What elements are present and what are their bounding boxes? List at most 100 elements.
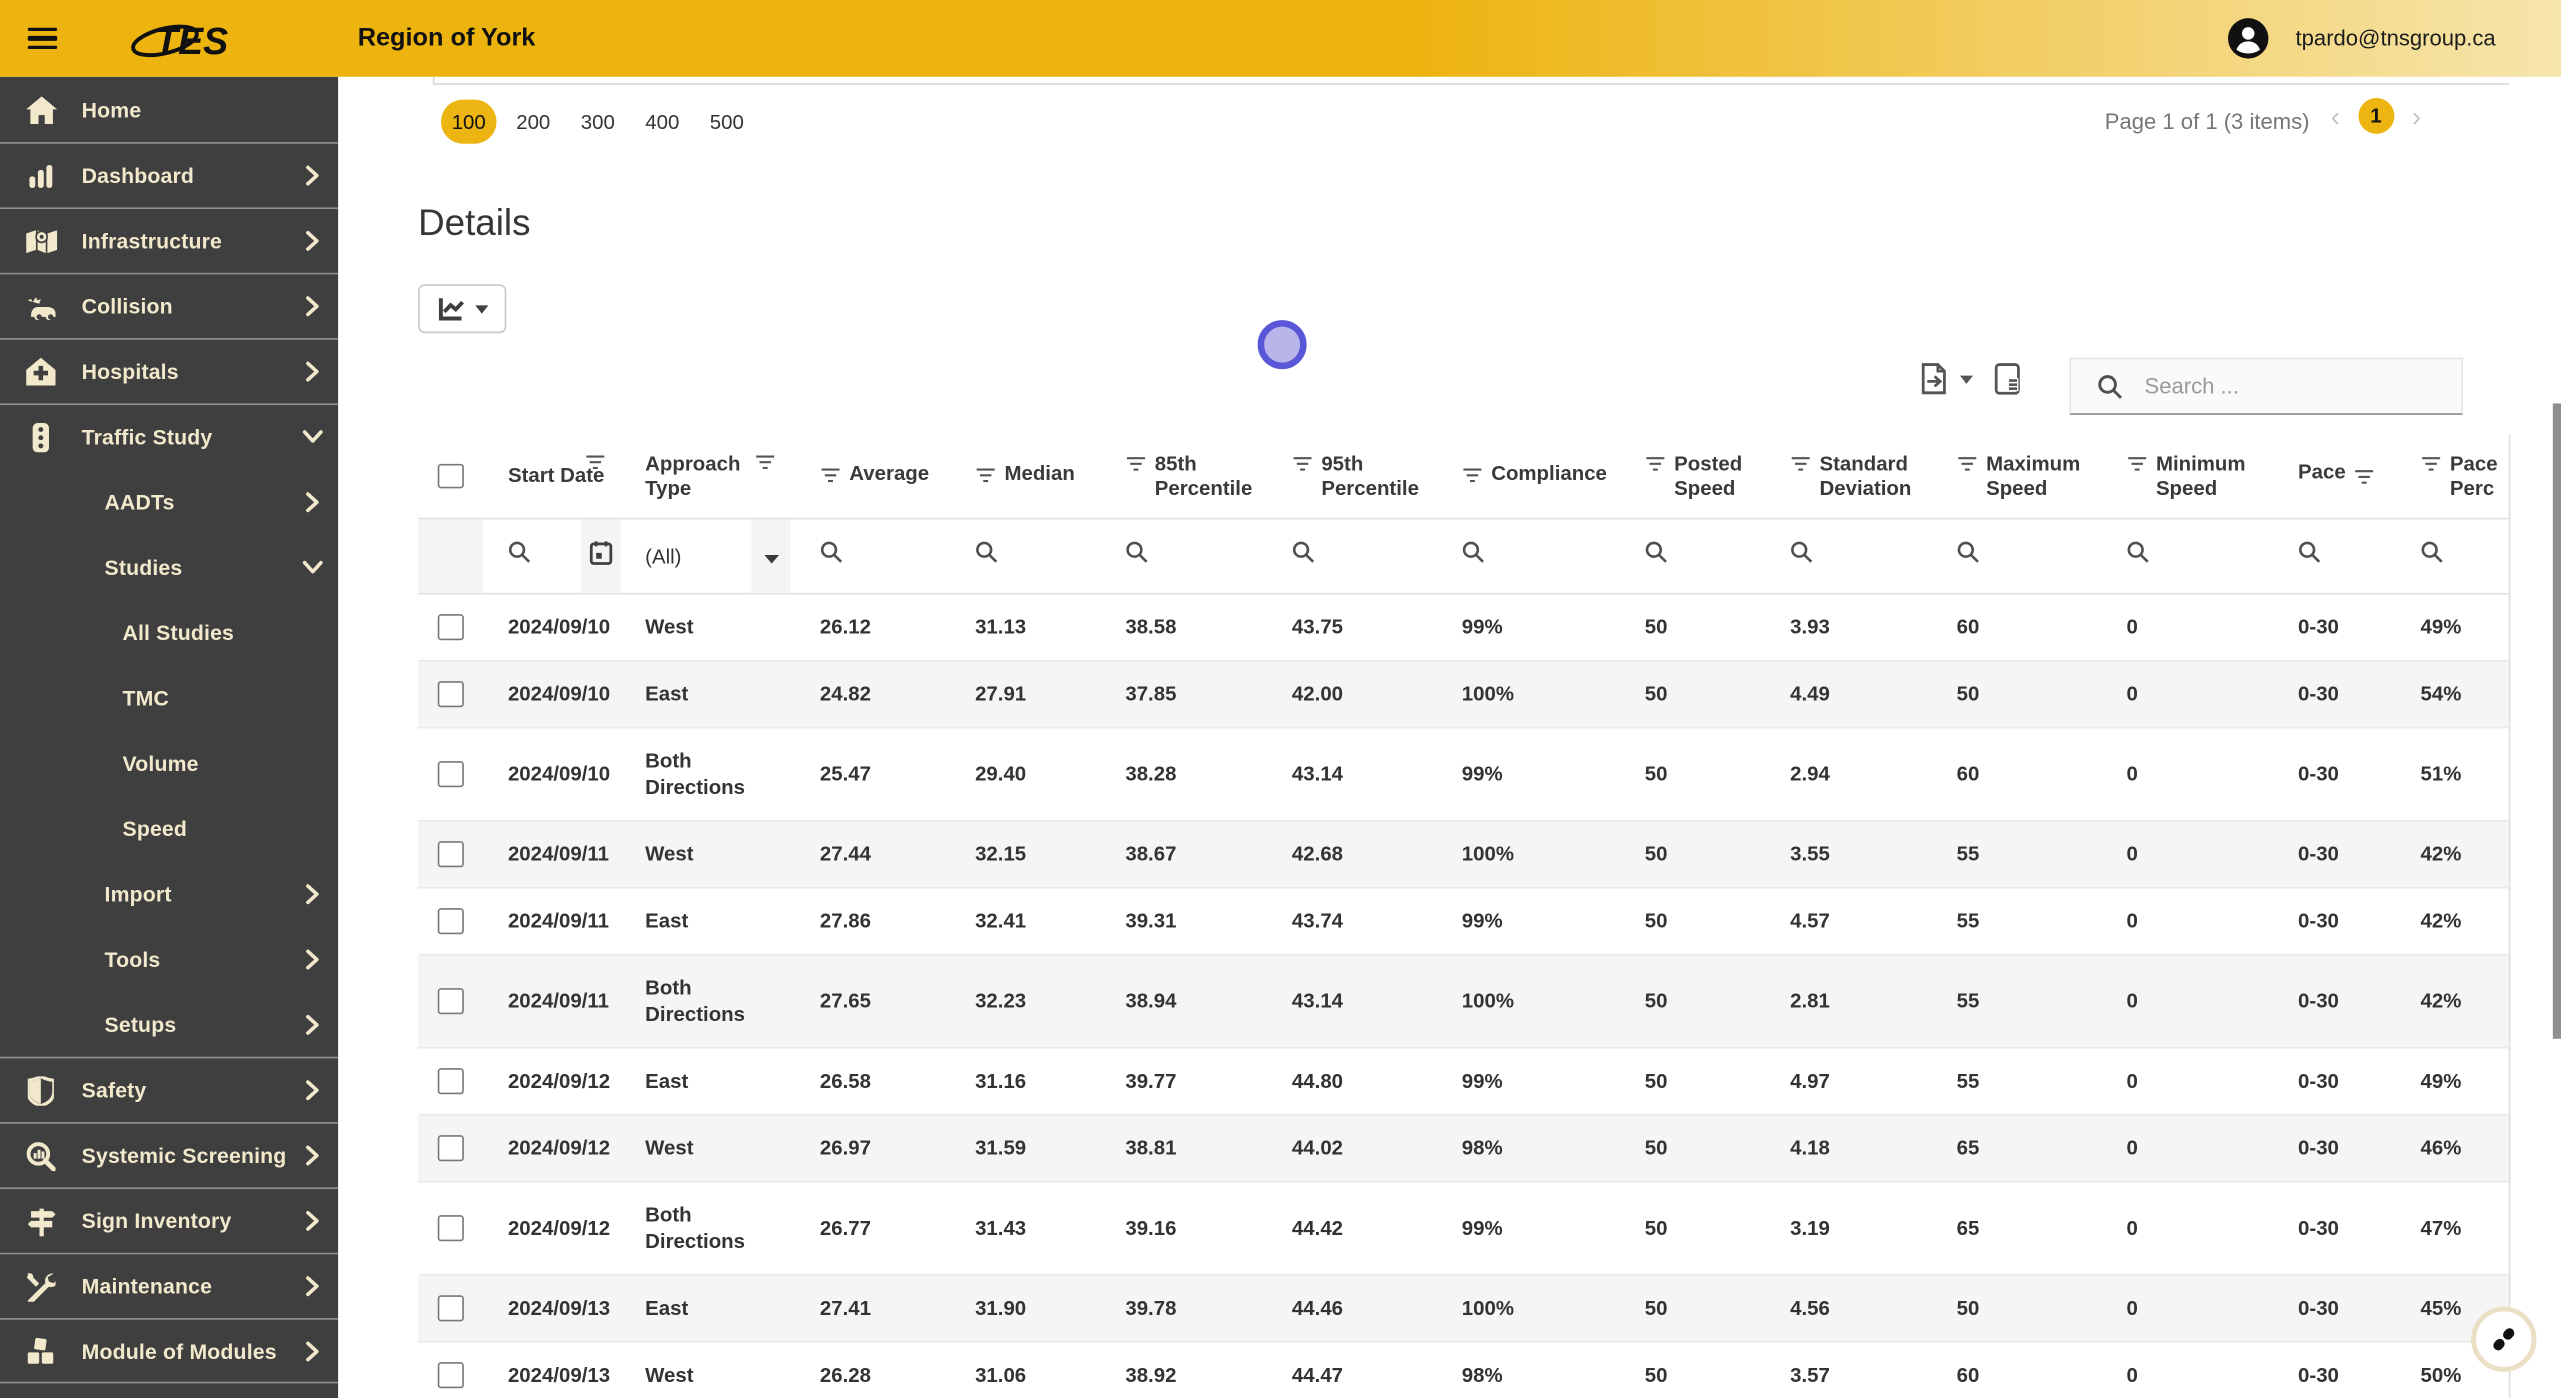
page-size-300[interactable]: 300 <box>570 100 626 144</box>
sidebar-item-volume[interactable]: Volume <box>0 730 338 795</box>
filter-icon[interactable] <box>1125 452 1146 479</box>
table-row[interactable]: 2024/09/13 West 26.28 31.06 38.92 44.47 98% 50 3… <box>418 1342 2509 1398</box>
filter-icon[interactable] <box>1292 452 1313 479</box>
table-row[interactable]: 2024/09/10 West 26.12 31.13 38.58 43.75 99% 50 3… <box>418 594 2509 662</box>
sidebar-item-setups[interactable]: Setups <box>0 991 338 1056</box>
sidebar-item-studies[interactable]: Studies <box>0 534 338 599</box>
filter-cell-median[interactable] <box>947 519 1097 592</box>
user-avatar-icon[interactable] <box>2227 16 2271 60</box>
search-icon[interactable] <box>2127 541 2150 572</box>
sidebar-item-sign-inventory[interactable]: Sign Inventory <box>0 1187 339 1252</box>
calendar-icon[interactable] <box>589 540 613 573</box>
filter-cell-approach-type[interactable]: (All) <box>621 519 791 593</box>
table-row[interactable]: 2024/09/10 East 24.82 27.91 37.85 42.00 100% 50… <box>418 661 2509 729</box>
row-checkbox[interactable] <box>438 1362 464 1388</box>
column-header-maximum-speed[interactable]: Maximum Speed <box>1934 434 2104 517</box>
table-row[interactable]: 2024/09/10 Both Directions 25.47 29.40 38.28… <box>418 728 2509 822</box>
table-row[interactable]: 2024/09/12 Both Directions 26.77 31.43 39.16… <box>418 1182 2509 1276</box>
sidebar-item-aadts[interactable]: AADTs <box>0 469 338 534</box>
column-chooser-button[interactable] <box>1994 363 2020 404</box>
search-icon[interactable] <box>1957 541 1980 572</box>
column-header-pace[interactable]: Pace <box>2274 434 2398 517</box>
filter-cell-start-date[interactable] <box>483 519 621 593</box>
sidebar-item-safety[interactable]: Safety <box>0 1056 339 1122</box>
sidebar-item-infrastructure[interactable]: Infrastructure <box>0 207 339 272</box>
page-size-200[interactable]: 200 <box>506 100 562 144</box>
filter-icon[interactable] <box>975 463 996 490</box>
search-icon[interactable] <box>820 541 843 572</box>
user-email[interactable]: tpardo@tnsgroup.ca <box>2296 26 2496 50</box>
export-button[interactable] <box>1921 363 1974 396</box>
column-header-minimum-speed[interactable]: Minimum Speed <box>2104 434 2274 517</box>
search-icon[interactable] <box>975 541 998 572</box>
filter-cell-minimum-speed[interactable] <box>2104 519 2274 592</box>
filter-cell-compliance[interactable] <box>1434 519 1620 592</box>
sidebar-item-speed[interactable]: Speed <box>0 795 338 860</box>
filter-cell-95th-percentile[interactable] <box>1266 519 1434 592</box>
row-checkbox[interactable] <box>438 1068 464 1094</box>
sidebar-item-systemic-screening[interactable]: Systemic Screening <box>0 1122 339 1187</box>
search-input[interactable] <box>2141 372 2426 401</box>
table-row[interactable]: 2024/09/11 Both Directions 27.65 32.23 38.94… <box>418 955 2509 1049</box>
column-header-compliance[interactable]: Compliance <box>1434 434 1620 517</box>
column-header-average[interactable]: Average <box>791 434 948 517</box>
filter-icon[interactable] <box>755 452 776 476</box>
filter-icon[interactable] <box>1957 452 1978 479</box>
sidebar-item-hospitals[interactable]: Hospitals <box>0 338 339 403</box>
table-row[interactable]: 2024/09/13 East 27.41 31.90 39.78 44.46 100% 50… <box>418 1275 2509 1343</box>
row-checkbox[interactable] <box>438 841 464 867</box>
prev-page-icon[interactable]: ‹ <box>2331 102 2340 130</box>
column-header-95th-percentile[interactable]: 95th Percentile <box>1266 434 1434 517</box>
search-icon[interactable] <box>508 541 531 572</box>
row-checkbox[interactable] <box>438 988 464 1014</box>
filter-cell-standard-deviation[interactable] <box>1767 519 1934 592</box>
column-header-posted-speed[interactable]: Posted Speed <box>1620 434 1767 517</box>
search-icon[interactable] <box>1292 541 1315 572</box>
page-size-400[interactable]: 400 <box>635 100 691 144</box>
next-page-icon[interactable]: › <box>2412 102 2421 130</box>
sidebar-item-collision[interactable]: Collision <box>0 272 339 338</box>
page-size-100[interactable]: 100 <box>440 99 497 144</box>
column-header-standard-deviation[interactable]: Standard Deviation <box>1767 434 1934 517</box>
menu-icon[interactable] <box>27 26 58 50</box>
feedback-button[interactable] <box>2471 1306 2537 1372</box>
filter-cell-pace[interactable] <box>2274 519 2398 592</box>
column-header-approach-type[interactable]: Approach Type <box>621 434 791 517</box>
filter-cell-pace-perc[interactable] <box>2398 519 2509 592</box>
filter-cell-85th-percentile[interactable] <box>1098 519 1266 592</box>
sidebar-item-all-studies[interactable]: All Studies <box>0 599 338 664</box>
table-row[interactable]: 2024/09/11 East 27.86 32.41 39.31 43.74 99% 50 4… <box>418 888 2509 956</box>
column-header-median[interactable]: Median <box>947 434 1097 517</box>
row-checkbox[interactable] <box>438 761 464 787</box>
filter-icon[interactable] <box>2354 465 2375 492</box>
page-number-button[interactable]: 1 <box>2357 97 2394 134</box>
select-all-checkbox[interactable] <box>438 463 464 489</box>
sidebar-item-module-of-modules[interactable]: Module of Modules <box>0 1318 339 1384</box>
filter-cell-posted-speed[interactable] <box>1620 519 1767 592</box>
table-row[interactable]: 2024/09/12 West 26.97 31.59 38.81 44.02 98% 50 4… <box>418 1115 2509 1183</box>
filter-icon[interactable] <box>585 452 606 476</box>
search-icon[interactable] <box>1790 541 1813 572</box>
sidebar-item-traffic-study[interactable]: Traffic Study <box>0 403 339 468</box>
filter-cell-average[interactable] <box>791 519 948 592</box>
chevron-down-icon[interactable] <box>763 541 779 570</box>
sidebar-item-dashboard[interactable]: Dashboard <box>0 142 339 207</box>
table-row[interactable]: 2024/09/11 West 27.44 32.15 38.67 42.68 100% 50… <box>418 821 2509 889</box>
filter-icon[interactable] <box>820 463 841 490</box>
search-icon[interactable] <box>1125 541 1148 572</box>
filter-icon[interactable] <box>1645 452 1666 479</box>
filter-icon[interactable] <box>1790 452 1811 479</box>
chart-view-button[interactable] <box>418 284 507 334</box>
filter-cell-maximum-speed[interactable] <box>1934 519 2104 592</box>
approach-type-filter-value[interactable]: (All) <box>645 545 681 568</box>
search-icon[interactable] <box>1462 541 1485 572</box>
sidebar-item-home[interactable]: Home <box>0 77 338 142</box>
row-checkbox[interactable] <box>438 908 464 934</box>
row-checkbox[interactable] <box>438 614 464 640</box>
search-icon[interactable] <box>1645 541 1668 572</box>
search-icon[interactable] <box>2298 541 2321 572</box>
sidebar-item-import[interactable]: Import <box>0 861 338 926</box>
filter-icon[interactable] <box>1462 463 1483 490</box>
filter-icon[interactable] <box>2421 452 2442 479</box>
sidebar-item-tmc[interactable]: TMC <box>0 665 338 730</box>
